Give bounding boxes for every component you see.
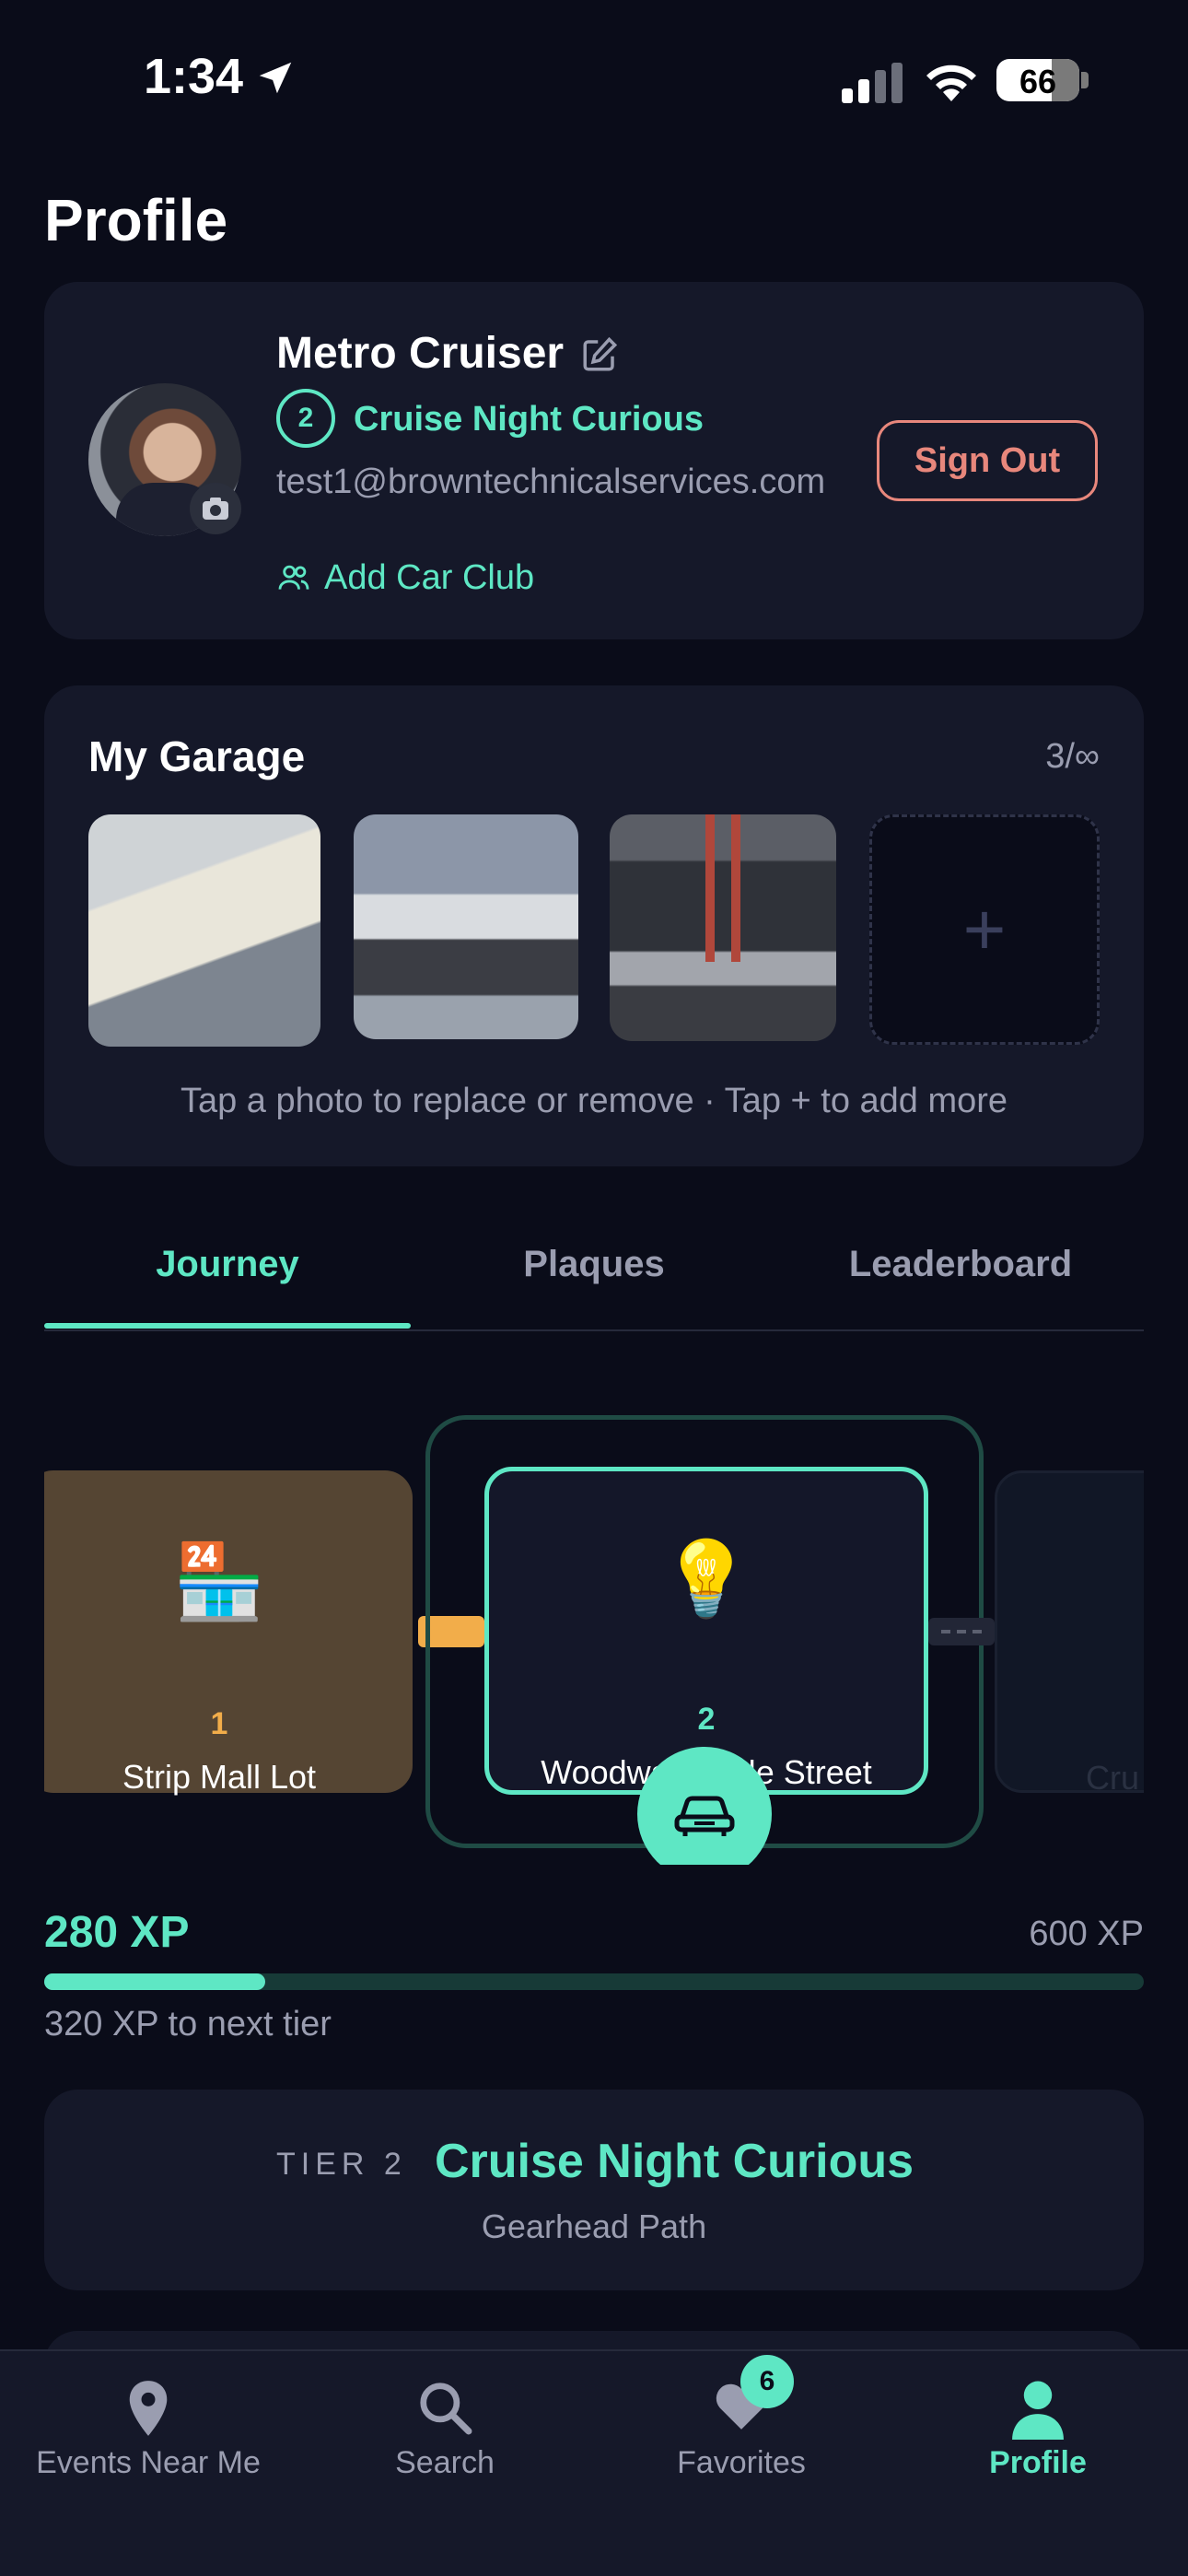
- nav-search-label: Search: [395, 2445, 495, 2480]
- tab-journey[interactable]: Journey: [44, 1244, 411, 1285]
- tier-1-number: 1: [210, 1706, 228, 1741]
- xp-current: 280 XP: [44, 1908, 190, 1957]
- battery-cap: [1081, 72, 1089, 88]
- nav-profile[interactable]: Profile: [890, 2351, 1186, 2535]
- tier-path: Gearhead Path: [481, 2207, 707, 2245]
- add-photo-button[interactable]: +: [869, 814, 1100, 1045]
- tier-2-number: 2: [697, 1702, 716, 1737]
- user-name: Metro Cruiser: [276, 329, 565, 378]
- location-arrow-icon: [259, 62, 292, 94]
- journey-tier-2[interactable]: 💡 2 Woodward Side Street: [484, 1467, 928, 1795]
- cellular-signal-icon: [842, 63, 903, 103]
- tier-number-badge: 2: [276, 389, 335, 448]
- nav-events-label: Events Near Me: [36, 2445, 261, 2480]
- garage-count: 3/∞: [1045, 737, 1100, 776]
- tier-card-title: Cruise Night Curious: [435, 2135, 914, 2188]
- favorites-count-badge: 6: [740, 2355, 794, 2408]
- user-email: test1@browntechnicalservices.com: [276, 463, 826, 501]
- users-icon: [278, 565, 309, 590]
- plus-icon: +: [962, 888, 1007, 970]
- garage-photo-3[interactable]: [610, 814, 836, 1041]
- sign-out-button[interactable]: Sign Out: [877, 420, 1098, 501]
- garage-title: My Garage: [88, 732, 306, 780]
- battery-level: 66: [1019, 63, 1057, 100]
- nav-favorites-label: Favorites: [677, 2445, 806, 2480]
- journey-tier-3[interactable]: Cru: [995, 1470, 1144, 1797]
- page-title: Profile: [44, 187, 228, 253]
- tab-divider: [44, 1329, 1144, 1331]
- garage-photo-1[interactable]: [88, 814, 320, 1047]
- xp-goal: 600 XP: [1029, 1914, 1144, 1953]
- garage-hint: Tap a photo to replace or remove · Tap +…: [180, 1082, 1008, 1120]
- person-icon: [1012, 2381, 1064, 2440]
- tier-1-name: Strip Mall Lot: [122, 1758, 317, 1796]
- carousel-edge: [0, 1865, 1188, 1883]
- bottom-nav: Events Near Me Search Favorites Profile: [0, 2349, 1188, 2576]
- lightbulb-icon: 💡: [660, 1538, 752, 1620]
- tier-3-name: Cru: [1086, 1759, 1140, 1797]
- strip-mall-icon: 🏪: [173, 1540, 265, 1622]
- xp-progress-fill: [44, 1973, 265, 1990]
- tier-prefix: TIER 2: [276, 2147, 407, 2182]
- wifi-icon: [926, 64, 976, 101]
- xp-remaining: 320 XP to next tier: [44, 2005, 332, 2043]
- car-icon: [637, 1747, 772, 1870]
- tier-card: [44, 2090, 1144, 2290]
- tier-name: Cruise Night Curious: [354, 400, 705, 439]
- active-tab-indicator: [44, 1323, 411, 1329]
- tab-plaques[interactable]: Plaques: [411, 1244, 777, 1285]
- journey-carousel[interactable]: 🏪 1 Strip Mall Lot 💡 2 Woodward Side Str…: [44, 1410, 1144, 1870]
- nav-profile-label: Profile: [989, 2445, 1087, 2480]
- battery-indicator: 66: [996, 59, 1079, 101]
- nav-search[interactable]: Search: [297, 2351, 593, 2535]
- add-car-club-link[interactable]: Add Car Club: [324, 558, 534, 598]
- tab-leaderboard[interactable]: Leaderboard: [777, 1244, 1144, 1285]
- edit-name-icon[interactable]: [580, 335, 619, 374]
- search-icon: [420, 2383, 472, 2435]
- tier-connector-locked: [928, 1618, 995, 1645]
- journey-tier-1[interactable]: 🏪 1 Strip Mall Lot: [44, 1470, 413, 1796]
- status-time: 1:34: [144, 49, 244, 104]
- nav-events-near-me[interactable]: Events Near Me: [0, 2351, 297, 2535]
- camera-icon[interactable]: [190, 483, 241, 534]
- garage-photo-2[interactable]: [354, 814, 578, 1039]
- map-pin-icon: [129, 2381, 168, 2436]
